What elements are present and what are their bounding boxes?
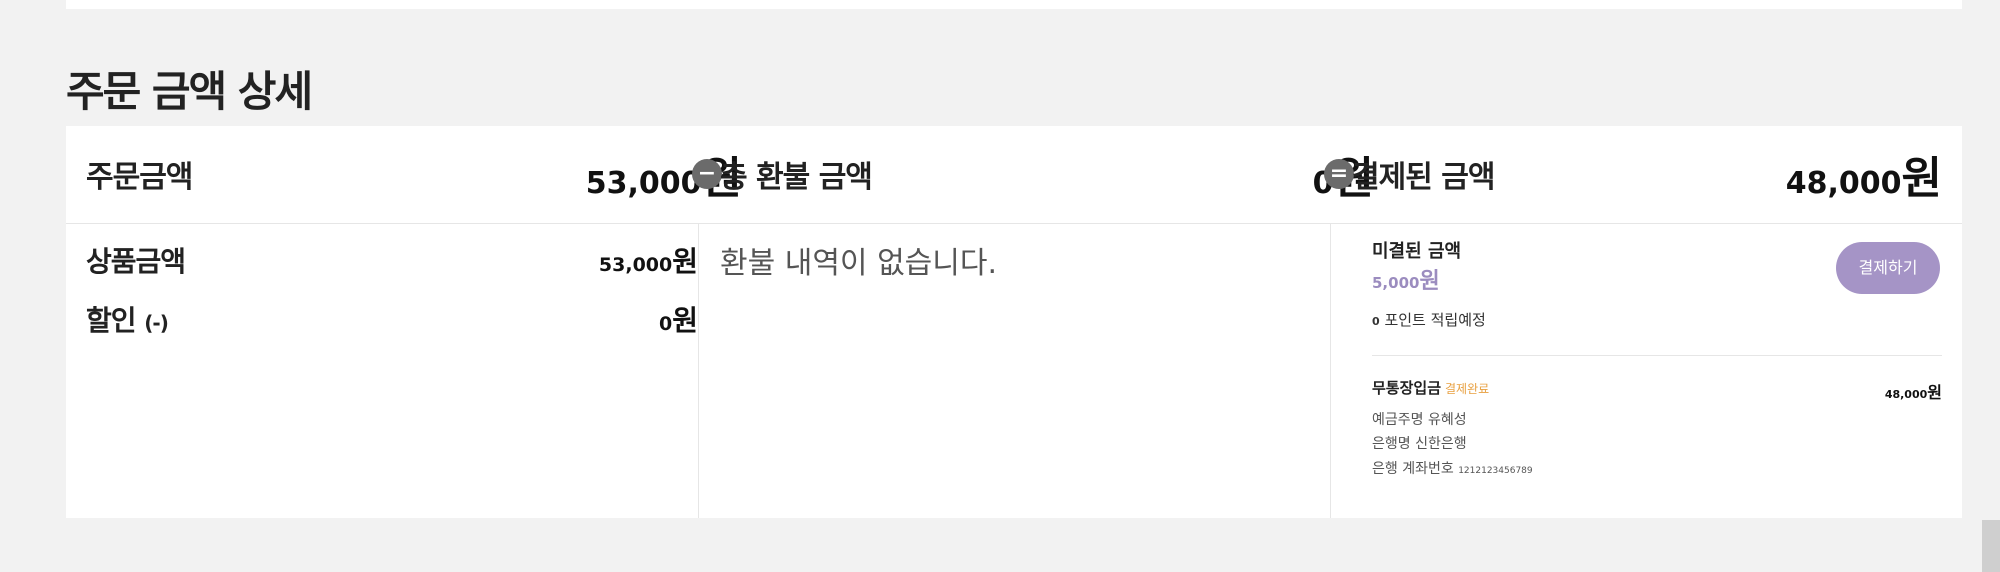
account-label: 은행 계좌번호 [1372,461,1454,477]
bank-value: 신한은행 [1415,436,1467,452]
scrollbar-thumb[interactable] [1982,520,2000,572]
unpaid-amount-value: 5,000원 [1372,263,1440,295]
page-title: 주문 금액 상세 [66,67,313,116]
previous-section-card [66,0,1962,9]
order-amount-panel: 주문금액 53,000원 − 총 환불 금액 0원 = 결제된 금액 48,00… [66,126,1962,518]
discount-number: 0 [659,313,673,335]
status-badge: 결제완료 [1445,382,1490,396]
bank-label: 은행명 [1372,436,1411,452]
discount-label-text: 할인 [86,304,137,337]
pay-button[interactable]: 결제하기 [1836,242,1940,294]
summary-row: 주문금액 53,000원 − 총 환불 금액 0원 = 결제된 금액 48,00… [66,126,1962,224]
payment-method-unit: 원 [1927,383,1942,402]
depositor-label: 예금주명 [1372,412,1424,428]
product-amount-unit: 원 [672,245,698,278]
account-value: 1212123456789 [1458,466,1533,476]
payment-divider [1372,355,1942,356]
unpaid-amount-unit: 원 [1419,269,1440,294]
depositor-line: 예금주명 유혜성 [1372,409,1467,429]
points-info: 0 포인트 적립예정 [1372,309,1486,330]
bank-line: 은행명 신한은행 [1372,433,1467,453]
unpaid-amount-label: 미결된 금액 [1372,241,1462,262]
discount-unit: 원 [672,304,698,337]
refund-total-label: 총 환불 금액 [720,160,873,195]
discount-suffix: (-) [144,311,169,335]
depositor-value: 유혜성 [1427,412,1467,428]
product-amount-value: 53,000원 [599,240,698,280]
order-amount-label: 주문금액 [86,160,193,195]
paid-amount-label: 결제된 금액 [1352,160,1495,195]
points-amount: 0 [1372,315,1380,328]
discount-label: 할인 (-) [86,299,169,339]
points-text: 포인트 적립예정 [1384,311,1486,329]
payment-method: 무통장입금 결제완료 [1372,377,1489,398]
payment-details: 미결된 금액 5,000원 0 포인트 적립예정 결제하기 무통장입금 결제완료 … [1352,223,1962,518]
paid-amount-number: 48,000 [1785,166,1902,201]
payment-method-amount: 48,000원 [1885,379,1942,403]
discount-value: 0원 [659,299,698,339]
column-divider [1330,223,1331,518]
paid-amount-unit: 원 [1901,153,1942,204]
minus-icon: − [692,159,722,189]
column-divider [698,223,699,518]
order-amount-number: 53,000 [585,166,702,201]
payment-method-label: 무통장입금 [1372,379,1442,397]
payment-method-number: 48,000 [1884,388,1928,401]
unpaid-amount-number: 5,000 [1372,274,1420,292]
equals-icon: = [1324,159,1354,189]
product-amount-number: 53,000 [598,254,673,276]
product-amount-label: 상품금액 [86,245,186,278]
account-line: 은행 계좌번호 1212123456789 [1372,458,1533,478]
paid-amount-value: 48,000원 [1786,142,1942,206]
refund-history-empty: 환불 내역이 없습니다. [720,246,998,281]
